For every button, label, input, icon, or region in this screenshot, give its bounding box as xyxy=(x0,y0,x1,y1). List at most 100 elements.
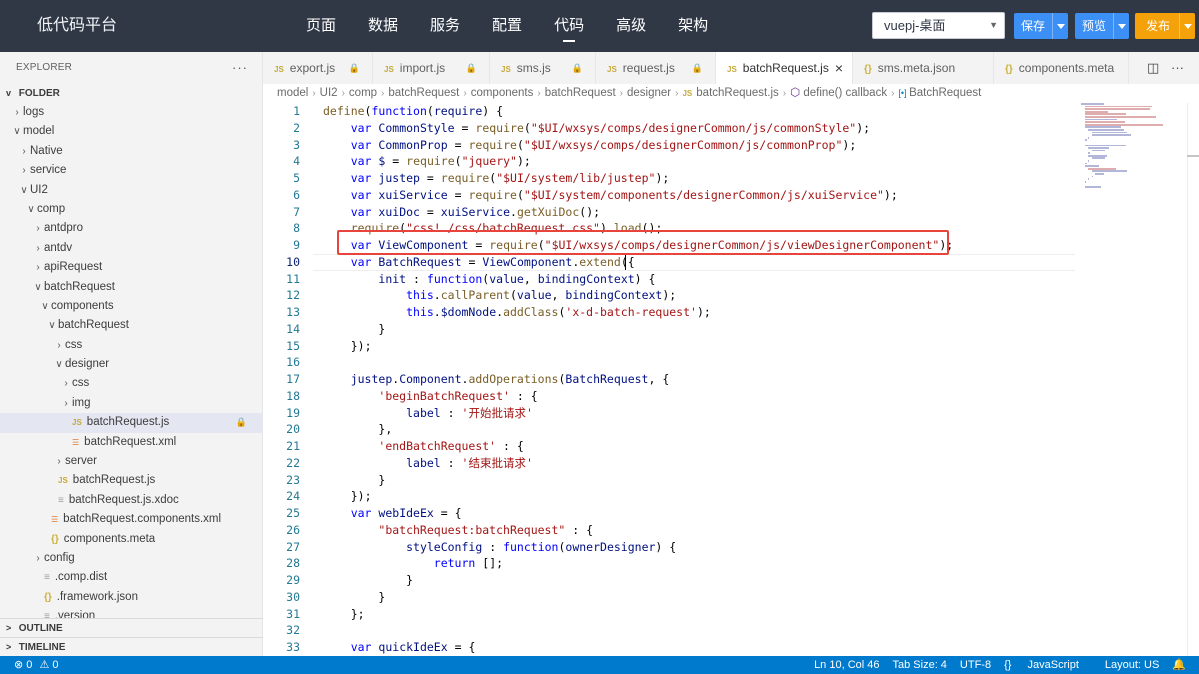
project-select[interactable]: vuepj-桌面 ▼ xyxy=(872,12,1005,39)
code-line[interactable]: var quickIdeEx = { xyxy=(323,639,953,656)
save-button[interactable]: 保存 xyxy=(1014,13,1052,39)
breadcrumb-item[interactable]: model xyxy=(277,87,308,99)
tree-folder[interactable]: › css xyxy=(0,374,263,393)
tree-file[interactable]: JS batchRequest.js 🔒 xyxy=(0,413,263,433)
tree-folder[interactable]: ∨ components xyxy=(0,297,263,316)
language-mode[interactable]: {} JavaScript xyxy=(1004,656,1092,674)
code-line[interactable]: }, xyxy=(323,421,953,438)
code-line[interactable]: }; xyxy=(323,606,953,623)
tree-folder[interactable]: › css xyxy=(0,336,263,355)
save-dropdown-button[interactable] xyxy=(1052,13,1068,39)
tree-folder[interactable]: › antdpro xyxy=(0,219,263,238)
code-line[interactable]: label : '结束批请求' xyxy=(323,455,953,472)
breadcrumb-item[interactable]: components xyxy=(471,87,534,99)
folder-section-header[interactable]: v FOLDER xyxy=(0,84,262,103)
code-line[interactable] xyxy=(323,622,953,639)
code-line[interactable]: var justep = require("$UI/system/lib/jus… xyxy=(323,170,953,187)
code-line[interactable]: 'beginBatchRequest' : { xyxy=(323,388,953,405)
preview-dropdown-button[interactable] xyxy=(1113,13,1129,39)
code-line[interactable]: } xyxy=(323,572,953,589)
tree-folder[interactable]: ∨ comp xyxy=(0,200,263,219)
code-line[interactable]: var CommonStyle = require("$UI/wxsys/com… xyxy=(323,120,953,137)
breadcrumb-item[interactable]: comp xyxy=(349,87,377,99)
tree-file[interactable]: {} components.meta xyxy=(0,530,263,549)
breadcrumb-item[interactable]: batchRequest xyxy=(388,87,459,99)
publish-dropdown-button[interactable] xyxy=(1179,13,1195,39)
more-actions-icon[interactable]: ··· xyxy=(1171,60,1184,75)
code-line[interactable]: var xuiDoc = xuiService.getXuiDoc(); xyxy=(323,204,953,221)
code-line[interactable]: } xyxy=(323,589,953,606)
breadcrumb-item[interactable]: batchRequest xyxy=(545,87,616,99)
breadcrumb-item[interactable]: define() callback xyxy=(803,87,887,99)
tree-file[interactable]: ≡ batchRequest.js.xdoc xyxy=(0,491,263,510)
tree-folder[interactable]: › config xyxy=(0,549,263,568)
split-editor-icon[interactable]: ◫ xyxy=(1147,60,1159,76)
tree-file[interactable]: ≡ .comp.dist xyxy=(0,568,263,587)
tree-folder[interactable]: › img xyxy=(0,394,263,413)
code-line[interactable]: var CommonProp = require("$UI/wxsys/comp… xyxy=(323,137,953,154)
tree-file[interactable]: {} .framework.json xyxy=(0,588,263,607)
nav-item-pages[interactable]: 页面 xyxy=(290,0,352,52)
code-line[interactable]: init : function(value, bindingContext) { xyxy=(323,271,953,288)
tree-folder[interactable]: ∨ designer xyxy=(0,355,263,374)
code-line[interactable]: define(function(require) { xyxy=(323,103,953,120)
minimap[interactable] xyxy=(1081,103,1185,203)
tree-folder[interactable]: › service xyxy=(0,161,263,180)
code-line[interactable]: label : '开始批请求' xyxy=(323,405,953,422)
breadcrumb-item[interactable]: designer xyxy=(627,87,671,99)
code-line[interactable]: return []; xyxy=(323,555,953,572)
nav-item-architecture[interactable]: 架构 xyxy=(662,0,724,52)
problems-indicator[interactable]: ⊗ 0 ⚠ 0 xyxy=(14,656,59,674)
code-line[interactable]: var $ = require("jquery"); xyxy=(323,153,953,170)
editor-tab[interactable]: JS export.js 🔒 xyxy=(263,52,373,84)
keyboard-layout[interactable]: Layout: US xyxy=(1105,656,1159,674)
tab-size[interactable]: Tab Size: 4 xyxy=(893,656,947,674)
code-line[interactable]: 'endBatchRequest' : { xyxy=(323,438,953,455)
tree-folder[interactable]: › Native xyxy=(0,142,263,161)
code-line[interactable]: styleConfig : function(ownerDesigner) { xyxy=(323,539,953,556)
tree-folder[interactable]: › logs xyxy=(0,103,263,122)
editor-tab[interactable]: {} sms.meta.json xyxy=(853,52,994,84)
tree-file[interactable]: JS batchRequest.js xyxy=(0,471,263,490)
code-line[interactable]: } xyxy=(323,472,953,489)
close-icon[interactable]: × xyxy=(835,52,843,84)
editor-tab[interactable]: JS request.js 🔒 xyxy=(596,52,716,84)
tree-file[interactable]: ☰ batchRequest.components.xml xyxy=(0,510,263,529)
notifications-bell-icon[interactable]: 🔔 xyxy=(1172,656,1186,674)
encoding[interactable]: UTF-8 xyxy=(960,656,991,674)
editor-tab[interactable]: JS import.js 🔒 xyxy=(373,52,490,84)
code-content[interactable]: define(function(require) { var CommonSty… xyxy=(323,103,953,656)
code-line[interactable]: } xyxy=(323,321,953,338)
tree-folder[interactable]: › apiRequest xyxy=(0,258,263,277)
code-line[interactable]: var xuiService = require("$UI/system/com… xyxy=(323,187,953,204)
editor-tab[interactable]: JS batchRequest.js × xyxy=(716,52,853,84)
nav-item-advanced[interactable]: 高级 xyxy=(600,0,662,52)
nav-item-data[interactable]: 数据 xyxy=(352,0,414,52)
vertical-scrollbar[interactable] xyxy=(1187,103,1199,656)
tree-folder[interactable]: › antdv xyxy=(0,239,263,258)
tree-folder[interactable]: ∨ model xyxy=(0,122,263,141)
code-line[interactable]: }); xyxy=(323,338,953,355)
code-line[interactable]: this.$domNode.addClass('x-d-batch-reques… xyxy=(323,304,953,321)
nav-item-code[interactable]: 代码 xyxy=(538,0,600,52)
breadcrumb-item[interactable]: UI2 xyxy=(320,87,338,99)
publish-button[interactable]: 发布 xyxy=(1135,13,1179,39)
code-line[interactable]: justep.Component.addOperations(BatchRequ… xyxy=(323,371,953,388)
breadcrumb-item[interactable]: BatchRequest xyxy=(909,87,981,99)
code-line[interactable]: var BatchRequest = ViewComponent.extend(… xyxy=(323,254,953,271)
breadcrumb-item[interactable]: batchRequest.js xyxy=(696,87,778,99)
tree-folder[interactable]: ∨ batchRequest xyxy=(0,316,263,335)
editor-tab[interactable]: {} components.meta xyxy=(994,52,1129,84)
code-line[interactable]: this.callParent(value, bindingContext); xyxy=(323,287,953,304)
timeline-section[interactable]: > TIMELINE xyxy=(0,637,263,657)
outline-section[interactable]: > OUTLINE xyxy=(0,618,263,638)
code-line[interactable]: "batchRequest:batchRequest" : { xyxy=(323,522,953,539)
tree-folder[interactable]: ∨ batchRequest xyxy=(0,278,263,297)
tree-file[interactable]: ☰ batchRequest.xml xyxy=(0,433,263,452)
nav-item-config[interactable]: 配置 xyxy=(476,0,538,52)
nav-item-services[interactable]: 服务 xyxy=(414,0,476,52)
more-actions-icon[interactable]: ··· xyxy=(232,52,248,84)
code-line[interactable]: var webIdeEx = { xyxy=(323,505,953,522)
tree-folder[interactable]: › server xyxy=(0,452,263,471)
tree-folder[interactable]: ∨ UI2 xyxy=(0,181,263,200)
